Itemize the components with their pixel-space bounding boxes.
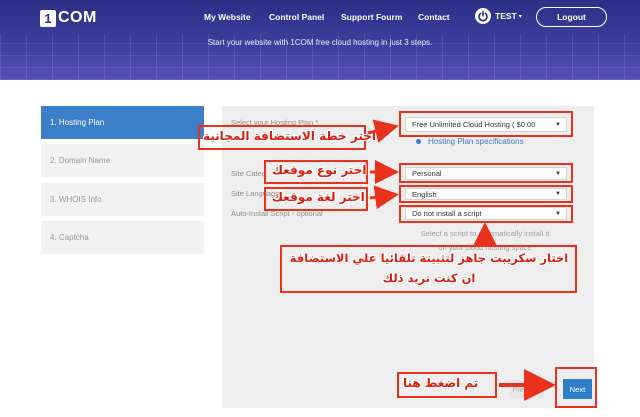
power-icon: [475, 8, 491, 24]
nav-my-website[interactable]: My Website: [204, 12, 251, 22]
user-menu[interactable]: TEST ▾: [475, 8, 522, 24]
logo[interactable]: 1 COM: [40, 8, 97, 28]
logo-text: COM: [58, 9, 97, 26]
category-highlight-box: [399, 163, 573, 183]
bullet-icon: [416, 139, 421, 144]
next-highlight-box: [555, 367, 597, 408]
step-whois-info[interactable]: 3. WHOIS Info: [41, 183, 204, 216]
plan-spec-link-text: Hosting Plan specifications: [428, 137, 524, 146]
help-line-1: Select a script to automatically install…: [420, 229, 550, 238]
plan-annotation-text: اختر خطة الاستضافة المجانية: [203, 129, 376, 143]
page-subtitle: Start your website with 1COM free cloud …: [207, 38, 433, 47]
plan-spec-link[interactable]: Hosting Plan specifications: [416, 137, 524, 146]
nav-support-forum[interactable]: Support Fourm: [341, 12, 402, 22]
next-annotation-text: ثم اضغط هنا: [403, 376, 479, 390]
script-annotation-line-2: ان كنت تريد ذلك: [382, 271, 476, 285]
language-annotation-text: اختر لغة موقعك: [272, 190, 365, 204]
logo-mark: 1: [40, 9, 56, 27]
logout-button[interactable]: Logout: [536, 7, 607, 27]
previous-button[interactable]: Previous: [510, 380, 544, 398]
chevron-down-icon: ▾: [518, 13, 522, 20]
category-annotation-text: اختر نوع موقعك: [272, 163, 367, 177]
user-name: TEST: [495, 11, 517, 21]
step-domain-name[interactable]: 2. Domain Name: [41, 144, 204, 177]
plan-highlight-box: [399, 111, 573, 137]
nav-control-panel[interactable]: Control Panel: [269, 12, 324, 22]
script-highlight-box: [399, 205, 573, 223]
step-hosting-plan[interactable]: 1. Hosting Plan: [41, 106, 204, 139]
script-annotation-line-1: اختار سكريبت جاهز لتثبيتة تلقائيا علي ال…: [289, 251, 569, 265]
nav-contact[interactable]: Contact: [418, 12, 450, 22]
category-label: Site Categ: [231, 169, 267, 178]
language-highlight-box: [399, 185, 573, 203]
step-captcha[interactable]: 4. Captcha: [41, 221, 204, 254]
